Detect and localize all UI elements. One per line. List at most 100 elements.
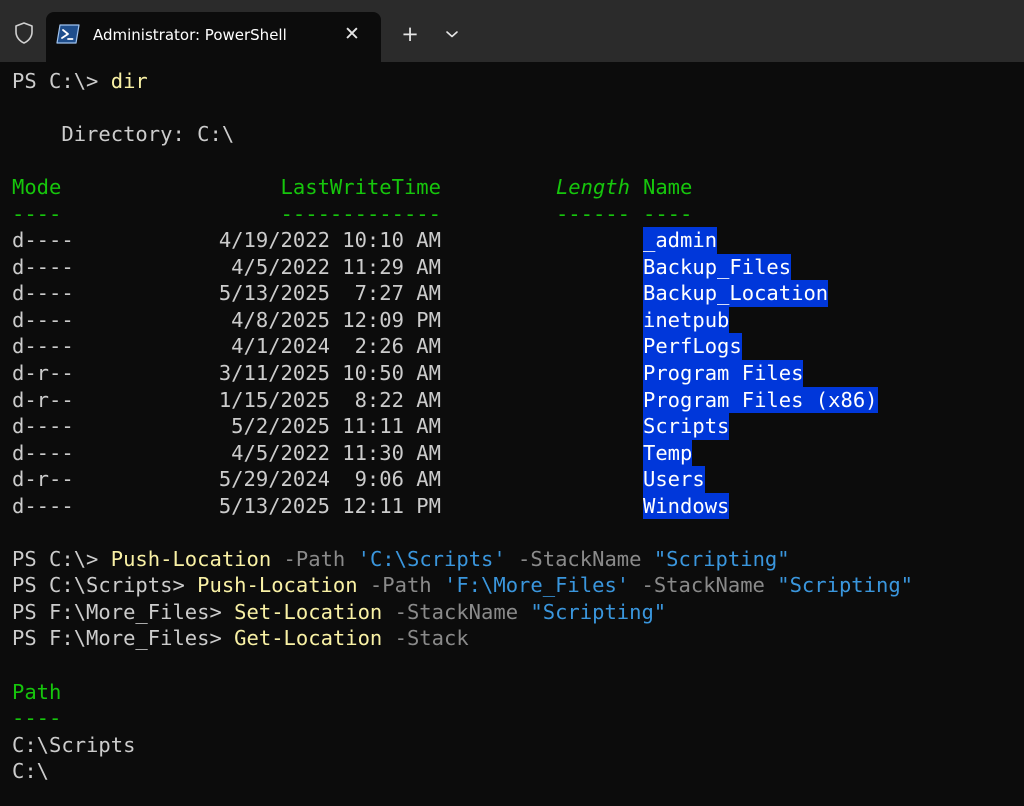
underline-mode: ---- <box>12 201 62 226</box>
prompt: PS F:\More_Files> <box>12 599 235 624</box>
dir-table-row: d---- 4/8/2025 12:09 PM inetpub <box>12 306 1016 334</box>
row-mode: d---- <box>12 414 74 439</box>
plus-icon: + <box>401 22 419 46</box>
title-bar: Administrator: PowerShell ✕ + <box>0 0 1024 62</box>
tab-powershell[interactable]: Administrator: PowerShell ✕ <box>46 12 381 62</box>
path-table-underline: ---- <box>12 706 62 731</box>
dir-table-row: d---- 4/1/2024 2:26 AM PerfLogs <box>12 333 1016 361</box>
prompt-line-push-1: PS C:\> Push-Location -Path 'C:\Scripts'… <box>12 546 1016 573</box>
tab-dropdown-button[interactable] <box>438 20 466 48</box>
path-row: C:\Scripts <box>12 732 136 757</box>
row-mode: d---- <box>12 493 74 518</box>
dir-table-row: d---- 5/13/2025 12:11 PM Windows <box>12 492 1016 520</box>
row-lastwritetime: 4/19/2022 10:10 AM <box>218 228 441 253</box>
row-lastwritetime: 1/15/2025 8:22 AM <box>218 387 441 412</box>
prompt-line-set: PS F:\More_Files> Set-Location -StackNam… <box>12 599 1016 626</box>
row-name[interactable]: Backup_Files <box>643 253 792 281</box>
prompt: PS C:\Scripts> <box>12 573 198 598</box>
prompt: PS F:\More_Files> <box>12 626 235 651</box>
row-lastwritetime: 4/5/2022 11:30 AM <box>231 440 441 465</box>
row-mode: d---- <box>12 228 74 253</box>
row-lastwritetime: 4/5/2022 11:29 AM <box>231 254 441 279</box>
row-name[interactable]: Windows <box>643 492 730 520</box>
header-lastwritetime: LastWriteTime <box>280 175 441 200</box>
header-name: Name <box>643 175 693 200</box>
directory-label: Directory: C:\ <box>12 122 235 147</box>
parameter: -StackName <box>382 599 531 624</box>
header-length: Length <box>555 175 630 200</box>
row-mode: d-r-- <box>12 467 74 492</box>
close-tab-button[interactable]: ✕ <box>338 20 366 48</box>
row-name[interactable]: Users <box>643 466 705 493</box>
new-tab-button[interactable]: + <box>396 20 424 48</box>
dir-table-row: d-r-- 1/15/2025 8:22 AM Program Files (x86… <box>12 386 1016 414</box>
row-lastwritetime: 4/1/2024 2:26 AM <box>231 334 441 359</box>
row-mode: d---- <box>12 307 74 332</box>
row-name[interactable]: Program Files <box>643 360 804 387</box>
row-name[interactable]: Program Files (x86) <box>643 386 878 414</box>
argument: "Scripting" <box>653 546 790 571</box>
row-mode: d---- <box>12 334 74 359</box>
dir-table-row: d-r-- 5/29/2024 9:06 AM Users <box>12 466 1016 493</box>
chevron-down-icon <box>446 31 458 38</box>
underline-name: ---- <box>643 201 693 226</box>
row-name[interactable]: _admin <box>643 227 718 254</box>
cmdlet: Set-Location <box>234 599 383 624</box>
parameter: -Stack <box>382 626 469 651</box>
prompt-line-get: PS F:\More_Files> Get-Location -Stack <box>12 625 1016 652</box>
command-text: dir <box>110 69 148 93</box>
row-name[interactable]: Scripts <box>643 413 730 440</box>
row-lastwritetime: 5/13/2025 12:11 PM <box>218 493 441 518</box>
dir-table-row: d---- 4/5/2022 11:29 AM Backup_Files <box>12 253 1016 281</box>
prompt: PS C:\> <box>12 546 111 571</box>
row-lastwritetime: 3/11/2025 10:50 AM <box>218 361 441 386</box>
prompt: PS C:\> <box>12 69 111 93</box>
header-mode: Mode <box>12 175 62 200</box>
terminal-output[interactable]: PS C:\> dir Directory: C:\ Mode LastWrit… <box>12 68 1016 798</box>
argument: 'F:\More_Files' <box>444 573 630 598</box>
row-mode: d---- <box>12 281 74 306</box>
cmdlet: Get-Location <box>234 626 383 651</box>
prompt-line-dir: PS C:\> dir <box>12 68 1016 95</box>
row-name[interactable]: Temp <box>643 439 693 467</box>
powershell-icon <box>56 24 80 44</box>
prompt-line-push-2: PS C:\Scripts> Push-Location -Path 'F:\M… <box>12 572 1016 599</box>
argument: "Scripting" <box>530 599 667 624</box>
underline-lastwritetime: ------------- <box>280 201 441 226</box>
dir-table-row: d---- 4/5/2022 11:30 AM Temp <box>12 439 1016 467</box>
path-row: C:\ <box>12 759 50 784</box>
cmdlet: Push-Location <box>110 546 272 571</box>
path-table-header: Path <box>12 679 62 704</box>
dir-table-row: d---- 5/2/2025 11:11 AM Scripts <box>12 413 1016 440</box>
argument: "Scripting" <box>777 573 914 598</box>
dir-table-underline: ---- ------------- ------ ---- <box>12 201 1016 228</box>
dir-table-row: d---- 5/13/2025 7:27 AM Backup_Location <box>12 280 1016 307</box>
parameter: -StackName <box>629 573 778 598</box>
row-name[interactable]: Backup_Location <box>643 280 829 307</box>
dir-table-rows: d---- 4/19/2022 10:10 AM _admin d---- 4/5/20… <box>12 227 1016 520</box>
dir-table-header: Mode LastWriteTime Length Name <box>12 174 1016 201</box>
parameter: -StackName <box>505 546 654 571</box>
row-lastwritetime: 4/8/2025 12:09 PM <box>231 307 441 332</box>
parameter: -Path <box>271 546 358 571</box>
dir-table-row: d---- 4/19/2022 10:10 AM _admin <box>12 227 1016 254</box>
row-lastwritetime: 5/29/2024 9:06 AM <box>218 467 441 492</box>
argument: 'C:\Scripts' <box>357 546 506 571</box>
row-mode: d-r-- <box>12 361 74 386</box>
close-icon: ✕ <box>344 23 360 45</box>
row-mode: d-r-- <box>12 387 74 412</box>
row-name[interactable]: PerfLogs <box>643 333 742 361</box>
row-lastwritetime: 5/13/2025 7:27 AM <box>218 281 441 306</box>
row-mode: d---- <box>12 254 74 279</box>
cmdlet: Push-Location <box>197 573 358 598</box>
row-name[interactable]: inetpub <box>643 306 730 334</box>
tab-title: Administrator: PowerShell <box>93 26 287 44</box>
row-lastwritetime: 5/2/2025 11:11 AM <box>231 414 441 439</box>
row-mode: d---- <box>12 440 74 465</box>
underline-length: ------ <box>555 201 630 226</box>
parameter: -Path <box>357 573 444 598</box>
